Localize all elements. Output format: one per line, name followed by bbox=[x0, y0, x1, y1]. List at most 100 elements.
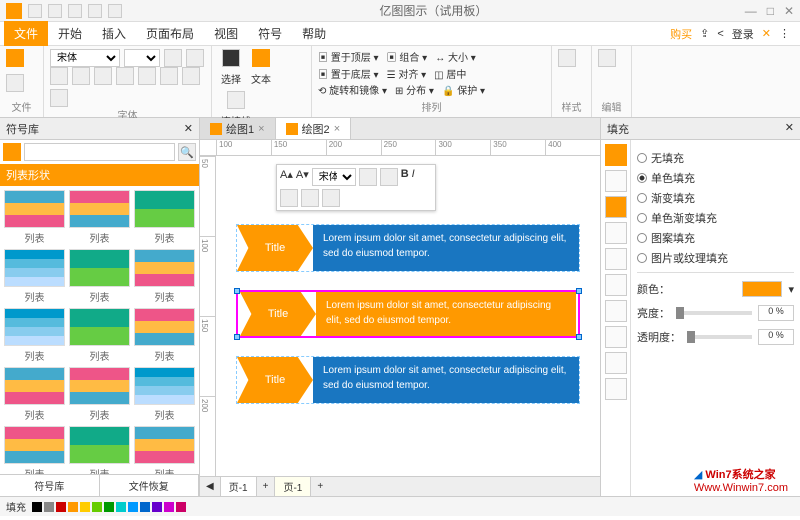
brightness-value[interactable]: 0 % bbox=[758, 305, 794, 321]
align-button[interactable]: ☰ 对齐 ▾ bbox=[387, 66, 427, 81]
share-icon[interactable]: < bbox=[717, 28, 723, 40]
lib-search-input[interactable] bbox=[24, 143, 175, 161]
category-header[interactable]: 列表形状 bbox=[0, 164, 199, 186]
tab-layout[interactable]: 页面布局 bbox=[136, 21, 204, 46]
minimize-button[interactable]: — bbox=[745, 4, 757, 18]
page-add-button[interactable]: + bbox=[263, 481, 269, 492]
new-icon[interactable] bbox=[28, 4, 42, 18]
bring-front-button[interactable]: ▣ 置于顶层 ▾ bbox=[318, 49, 379, 64]
close-tab-icon[interactable]: × bbox=[334, 123, 340, 135]
fill-image-radio[interactable]: 图片或纹理填充 bbox=[637, 250, 794, 266]
bold-icon[interactable] bbox=[50, 67, 68, 85]
print-icon[interactable] bbox=[88, 4, 102, 18]
open-icon[interactable] bbox=[48, 4, 62, 18]
shape-item[interactable]: 列表 bbox=[69, 367, 130, 422]
tab-insert[interactable]: 插入 bbox=[92, 21, 136, 46]
shadow-tab-icon[interactable] bbox=[605, 248, 627, 270]
panel-close-icon[interactable]: ✕ bbox=[785, 121, 794, 136]
comment-tab-icon[interactable] bbox=[605, 352, 627, 374]
shape-item[interactable]: 列表 bbox=[134, 367, 195, 422]
color-icon[interactable] bbox=[116, 67, 134, 85]
color-swatch[interactable] bbox=[742, 281, 782, 297]
shape-item[interactable]: 列表 bbox=[4, 308, 65, 363]
shape-item[interactable]: 列表 bbox=[69, 249, 130, 304]
fill-gradient-radio[interactable]: 渐变填充 bbox=[637, 190, 794, 206]
palette-color[interactable] bbox=[104, 502, 114, 512]
underline-icon[interactable] bbox=[94, 67, 112, 85]
edit-icon[interactable] bbox=[598, 49, 616, 67]
palette-color[interactable] bbox=[128, 502, 138, 512]
shape-item[interactable]: 列表 bbox=[134, 249, 195, 304]
palette-color[interactable] bbox=[56, 502, 66, 512]
save-icon[interactable] bbox=[68, 4, 82, 18]
transparency-value[interactable]: 0 % bbox=[758, 329, 794, 345]
transparency-slider[interactable] bbox=[687, 335, 752, 339]
distribute-button[interactable]: ⊞ 分布 ▾ bbox=[395, 82, 434, 97]
bullet-icon[interactable] bbox=[160, 67, 178, 85]
palette-color[interactable] bbox=[152, 502, 162, 512]
lib-add-icon[interactable] bbox=[3, 143, 21, 161]
tab-start[interactable]: 开始 bbox=[48, 21, 92, 46]
settings-icon[interactable]: ✕ bbox=[762, 27, 771, 40]
float-italic-icon[interactable]: I bbox=[412, 168, 415, 186]
shape-tab-icon[interactable] bbox=[605, 196, 627, 218]
lib-close-icon[interactable]: ✕ bbox=[184, 122, 193, 135]
page-add-button[interactable]: + bbox=[317, 481, 323, 492]
shape-item[interactable]: 列表 bbox=[69, 426, 130, 474]
lib-tab-recovery[interactable]: 文件恢复 bbox=[100, 475, 200, 496]
search-icon[interactable]: 🔍 bbox=[178, 143, 196, 161]
shape-item[interactable]: 列表 bbox=[4, 367, 65, 422]
line-tab-icon[interactable] bbox=[605, 170, 627, 192]
page-nav-prev[interactable]: ◀ bbox=[206, 481, 214, 492]
close-tab-icon[interactable]: × bbox=[258, 123, 264, 135]
list-shape-1[interactable]: Title Lorem ipsum dolor sit amet, consec… bbox=[236, 224, 580, 272]
float-bold-icon[interactable]: B bbox=[401, 168, 409, 186]
tab-file[interactable]: 文件 bbox=[4, 21, 48, 46]
lib-tab-symbols[interactable]: 符号库 bbox=[0, 475, 100, 496]
select-tool-icon[interactable] bbox=[222, 49, 240, 67]
palette-color[interactable] bbox=[140, 502, 150, 512]
float-brush-icon[interactable] bbox=[380, 168, 398, 186]
layer-tab-icon[interactable] bbox=[605, 300, 627, 322]
font-shrink-icon[interactable]: A▾ bbox=[296, 168, 309, 186]
color-dropdown-icon[interactable]: ▾ bbox=[788, 283, 794, 296]
float-bullet-icon[interactable] bbox=[301, 189, 319, 207]
fill-solid-radio[interactable]: 单色填充 bbox=[637, 170, 794, 186]
protect-button[interactable]: 🔒 保护 ▾ bbox=[442, 82, 485, 97]
palette-color[interactable] bbox=[116, 502, 126, 512]
text-tool-icon[interactable] bbox=[252, 49, 270, 67]
italic-icon[interactable] bbox=[72, 67, 90, 85]
palette-color[interactable] bbox=[164, 502, 174, 512]
size-button[interactable]: ↔ 大小 ▾ bbox=[435, 49, 476, 64]
center-button[interactable]: ◫ 居中 bbox=[434, 66, 466, 81]
page-tab-2[interactable]: 页-1 bbox=[274, 476, 311, 497]
font-size-select[interactable] bbox=[124, 49, 160, 67]
help-tab-icon[interactable] bbox=[605, 378, 627, 400]
maximize-button[interactable]: □ bbox=[767, 4, 774, 18]
shape-item[interactable]: 列表 bbox=[4, 426, 65, 474]
font-grow-icon[interactable]: A▴ bbox=[280, 168, 293, 186]
palette-color[interactable] bbox=[32, 502, 42, 512]
resize-handle[interactable] bbox=[234, 334, 240, 340]
font-name-select[interactable]: 宋体 bbox=[50, 49, 120, 67]
font-shrink-icon[interactable] bbox=[186, 49, 204, 67]
fill-none-radio[interactable]: 无填充 bbox=[637, 150, 794, 166]
doc-tab-1[interactable]: 绘图1× bbox=[200, 118, 276, 139]
connector-tool-icon[interactable] bbox=[227, 91, 245, 109]
image-tab-icon[interactable] bbox=[605, 222, 627, 244]
brightness-slider[interactable] bbox=[676, 311, 752, 315]
menu-icon[interactable]: ⋮ bbox=[779, 27, 790, 40]
tab-view[interactable]: 视图 bbox=[204, 21, 248, 46]
palette-color[interactable] bbox=[176, 502, 186, 512]
list-shape-3[interactable]: Title Lorem ipsum dolor sit amet, consec… bbox=[236, 356, 580, 404]
group-button[interactable]: ▣ 组合 ▾ bbox=[387, 49, 428, 64]
float-color-icon[interactable] bbox=[359, 168, 377, 186]
page-tab-icon[interactable] bbox=[605, 274, 627, 296]
list-shape-2-selected[interactable]: Title Lorem ipsum dolor sit amet, consec… bbox=[236, 290, 580, 338]
buy-link[interactable]: 购买 bbox=[670, 26, 692, 42]
shape-item[interactable]: 列表 bbox=[134, 426, 195, 474]
export-icon[interactable]: ⇪ bbox=[700, 27, 709, 40]
shape-item[interactable]: 列表 bbox=[134, 190, 195, 245]
tab-help[interactable]: 帮助 bbox=[292, 21, 336, 46]
shape-item[interactable]: 列表 bbox=[69, 190, 130, 245]
